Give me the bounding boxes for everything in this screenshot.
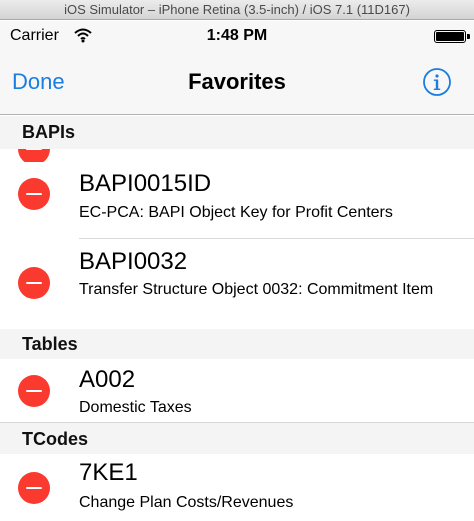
status-time: 1:48 PM: [206, 27, 268, 44]
item-title: A002: [79, 366, 136, 393]
nav-title: Favorites: [188, 69, 286, 94]
window-title: iOS Simulator – iPhone Retina (3.5-inch)…: [64, 2, 410, 17]
section-header-tables: Tables: [0, 329, 474, 359]
info-icon[interactable]: [422, 67, 452, 97]
list-item[interactable]: 7KE1 Change Plan Costs/Revenues: [0, 454, 474, 521]
section-header-tcodes: TCodes: [0, 422, 474, 454]
item-subtitle: EC-PCA: BAPI Object Key for Profit Cente…: [79, 204, 393, 221]
battery-full-icon: [434, 30, 470, 43]
section-header-label: BAPIs: [22, 122, 76, 142]
list-item-partial: [0, 149, 474, 162]
section-header-bapis: BAPIs: [0, 116, 474, 149]
item-subtitle: Change Plan Costs/Revenues: [79, 494, 294, 511]
item-subtitle: Transfer Structure Object 0032: Commitme…: [79, 281, 434, 298]
section-header-label: TCodes: [22, 429, 89, 449]
delete-icon[interactable]: [18, 375, 50, 407]
delete-icon[interactable]: [18, 149, 50, 162]
delete-icon[interactable]: [18, 267, 50, 299]
delete-icon[interactable]: [18, 178, 50, 210]
item-title: 7KE1: [79, 459, 138, 486]
list-item[interactable]: BAPI0015ID EC-PCA: BAPI Object Key for P…: [0, 162, 474, 238]
list-item[interactable]: BAPI0032 Transfer Structure Object 0032:…: [0, 239, 474, 329]
status-bar: Carrier 1:48 PM: [0, 21, 474, 51]
section-header-label: Tables: [22, 334, 78, 354]
window-title-bar: iOS Simulator – iPhone Retina (3.5-inch)…: [0, 0, 474, 20]
delete-icon[interactable]: [18, 472, 50, 504]
navigation-bar: Done Favorites: [0, 51, 474, 115]
item-title: BAPI0015ID: [79, 170, 212, 197]
list-item[interactable]: A002 Domestic Taxes: [0, 359, 474, 422]
item-subtitle: Domestic Taxes: [79, 399, 192, 416]
item-title: BAPI0032: [79, 248, 188, 275]
